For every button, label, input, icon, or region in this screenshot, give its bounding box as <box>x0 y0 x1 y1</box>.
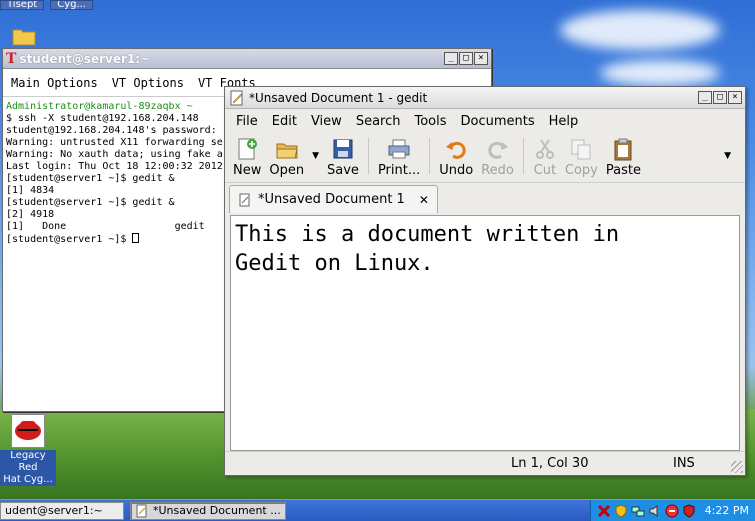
gedit-tab-bar: *Unsaved Document 1 ✕ <box>225 183 745 213</box>
speaker-icon[interactable] <box>648 504 662 518</box>
top-taskbar-strip: Tisept Cyg... <box>0 0 99 10</box>
redhat-icon <box>11 414 45 448</box>
save-button[interactable]: Save <box>323 134 363 178</box>
toolbar-separator <box>367 138 369 174</box>
close-button[interactable]: × <box>474 52 488 65</box>
insert-mode: INS <box>673 456 695 471</box>
redo-button[interactable]: Redo <box>477 134 518 178</box>
open-dropdown-icon[interactable]: ▼ <box>312 151 319 161</box>
text-editor-area[interactable]: This is a document written in Gedit on L… <box>230 215 740 451</box>
open-button[interactable]: Open <box>265 134 308 178</box>
cloud <box>560 10 720 50</box>
menu-documents[interactable]: Documents <box>454 114 542 129</box>
taskbar-item-terminal[interactable]: udent@server1:~ <box>0 501 124 520</box>
open-folder-icon <box>276 143 298 159</box>
taskbar: udent@server1:~ *Unsaved Document ... 4:… <box>0 499 755 521</box>
gedit-status-bar: Ln 1, Col 30 INS <box>225 451 745 475</box>
clock[interactable]: 4:22 PM <box>705 504 749 517</box>
menu-view[interactable]: View <box>304 114 349 129</box>
terminal-title: student@server1:~ <box>19 51 151 66</box>
minimize-button[interactable]: _ <box>698 91 712 104</box>
terminal-window-controls: _ □ × <box>444 52 488 65</box>
cloud <box>600 60 720 86</box>
top-task-item[interactable]: Tisept <box>0 0 45 10</box>
menu-file[interactable]: File <box>229 114 265 129</box>
printer-icon <box>388 139 410 159</box>
close-button[interactable]: × <box>728 91 742 104</box>
new-button[interactable]: New <box>229 134 265 178</box>
toolbar-overflow-icon[interactable]: ▼ <box>724 151 731 161</box>
gedit-title-bar[interactable]: *Unsaved Document 1 - gedit _ □ × <box>225 87 745 109</box>
print-label: Print... <box>377 163 421 178</box>
terminal-cursor <box>132 233 140 243</box>
copy-button[interactable]: Copy <box>561 134 602 178</box>
cut-label: Cut <box>533 163 557 178</box>
maximize-button[interactable]: □ <box>459 52 473 65</box>
desktop-icon-label: Legacy Red Hat Cyg... <box>0 450 56 486</box>
taskbar-item-label: *Unsaved Document ... <box>153 504 281 517</box>
paste-label: Paste <box>605 163 641 178</box>
menu-main-options[interactable]: Main Options <box>11 76 98 90</box>
copy-label: Copy <box>564 163 598 178</box>
gedit-window[interactable]: *Unsaved Document 1 - gedit _ □ × File E… <box>224 86 746 476</box>
toolbar-separator <box>522 138 524 174</box>
gedit-app-icon <box>136 504 147 517</box>
toolbar-separator <box>429 138 431 174</box>
system-tray: 4:22 PM <box>589 499 755 521</box>
clipboard-icon <box>614 138 632 161</box>
scissors-icon <box>535 139 554 159</box>
minimize-button[interactable]: _ <box>444 52 458 65</box>
document-icon <box>239 193 250 206</box>
gedit-title: *Unsaved Document 1 - gedit <box>249 90 428 105</box>
desktop-icon-label-line: Hat Cyg... <box>3 474 53 485</box>
desktop-icon-label-line: Legacy Red <box>10 450 46 473</box>
maximize-button[interactable]: □ <box>713 91 727 104</box>
new-label: New <box>233 163 262 178</box>
paste-button[interactable]: Paste <box>602 134 645 178</box>
gedit-menu-bar: File Edit View Search Tools Documents He… <box>225 109 745 133</box>
folder-icon[interactable] <box>12 26 36 46</box>
menu-search[interactable]: Search <box>349 114 408 129</box>
cursor-position: Ln 1, Col 30 <box>511 456 589 471</box>
terminal-app-icon: T <box>6 50 17 67</box>
floppy-icon <box>333 139 353 159</box>
menu-vt-options[interactable]: VT Options <box>112 76 184 90</box>
redo-label: Redo <box>481 163 514 178</box>
new-document-icon <box>238 138 258 160</box>
gedit-toolbar: New Open ▼ Save Print... Undo Redo Cut C… <box>225 133 745 183</box>
network-icon[interactable] <box>631 504 645 518</box>
copy-icon <box>571 139 591 160</box>
desktop-icon-redhat-cygwin[interactable]: Legacy Red Hat Cyg... <box>0 414 56 486</box>
x-server-icon[interactable] <box>597 504 611 518</box>
close-tab-icon[interactable]: ✕ <box>419 193 429 207</box>
menu-tools[interactable]: Tools <box>407 114 453 129</box>
undo-label: Undo <box>439 163 474 178</box>
terminal-prompt: [student@server1 ~]$ <box>6 234 133 245</box>
tab-label: *Unsaved Document 1 <box>258 192 405 207</box>
gedit-app-icon <box>230 90 243 105</box>
menu-edit[interactable]: Edit <box>265 114 304 129</box>
save-label: Save <box>327 163 359 178</box>
terminal-title-bar[interactable]: T student@server1:~ _ □ × <box>3 49 491 69</box>
tray-shield-icon[interactable] <box>682 503 696 518</box>
antivirus-icon[interactable] <box>665 504 679 518</box>
cut-button[interactable]: Cut <box>529 134 561 178</box>
redo-icon <box>487 141 508 159</box>
resize-grip[interactable] <box>731 461 743 473</box>
security-shield-icon[interactable] <box>614 503 628 518</box>
undo-button[interactable]: Undo <box>435 134 477 178</box>
open-label: Open <box>269 163 305 178</box>
undo-icon <box>446 141 466 159</box>
top-task-item[interactable]: Cyg... <box>50 0 94 10</box>
gedit-window-controls: _ □ × <box>698 91 742 104</box>
print-button[interactable]: Print... <box>374 134 424 178</box>
menu-help[interactable]: Help <box>542 114 586 129</box>
taskbar-item-gedit[interactable]: *Unsaved Document ... <box>130 501 286 520</box>
tab-unsaved-document-1[interactable]: *Unsaved Document 1 ✕ <box>229 185 438 213</box>
